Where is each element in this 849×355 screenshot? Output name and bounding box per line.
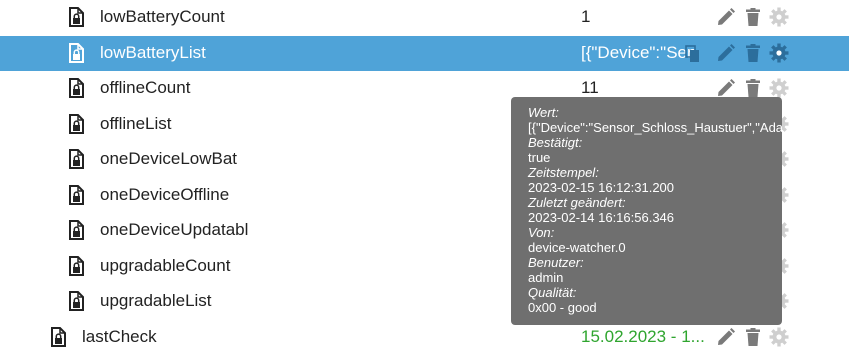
trash-icon[interactable] [743,7,763,27]
pencil-icon[interactable] [716,78,736,98]
pencil-icon[interactable] [716,43,736,63]
file-lock-icon [68,291,84,311]
state-name: lowBatteryList [100,42,206,62]
file-lock-icon [68,7,84,27]
trash-icon[interactable] [743,327,763,347]
state-name: offlineList [100,113,172,133]
file-lock-icon [68,78,84,98]
state-name: oneDeviceUpdatabl [100,220,249,239]
state-value: 15.02.2023 - 1... [581,326,705,346]
tree-row[interactable]: lowBatteryList [{"Device":"Sen [0,35,849,71]
state-name: offlineCount [100,78,191,97]
tooltip-field-value: device-watcher.0 [528,240,626,255]
tooltip-field-value: admin [528,270,564,285]
state-info-tooltip: Wert: [{"Device":"Sensor_Schloss_Haustuer… [511,97,782,325]
gear-icon[interactable] [769,7,789,27]
state-name: lowBatteryCount [100,7,225,26]
gear-icon[interactable] [769,43,789,63]
gear-icon[interactable] [769,78,789,98]
trash-icon[interactable] [743,78,763,98]
tooltip-field-label: Von: [528,225,555,240]
tooltip-field-label: Qualität: [528,285,577,300]
tooltip-field-value: 2023-02-14 16:16:56.346 [528,210,675,225]
tooltip-field-label: Benutzer: [528,255,584,270]
tooltip-field-value: 2023-02-15 16:12:31.200 [528,180,675,195]
file-lock-icon [68,184,84,205]
file-lock-icon [68,42,84,63]
tooltip-field-label: Zeitstempel: [528,165,599,180]
pencil-icon[interactable] [716,327,736,347]
file-lock-icon [68,220,84,240]
state-name: upgradableList [100,291,212,310]
state-value: 11 [581,78,599,97]
trash-icon[interactable] [743,43,763,63]
file-lock-icon [68,255,84,276]
tooltip-field-label: Wert: [528,105,559,120]
tooltip-field-value: [{"Device":"Sensor_Schloss_Haustuer","Ad… [528,120,782,135]
state-name: oneDeviceOffline [100,184,230,204]
file-lock-icon [68,149,84,169]
copy-icon[interactable] [685,44,701,63]
pencil-icon[interactable] [716,7,736,27]
state-value: 1 [581,7,591,26]
tooltip-field-value: 0x00 - good [528,300,597,315]
tooltip-field-value: true [528,150,551,165]
state-name: oneDeviceLowBat [100,149,238,168]
tooltip-field-label: Bestätigt: [528,135,583,150]
tree-row[interactable]: lowBatteryCount 1 [0,0,849,35]
state-name: lastCheck [82,326,157,346]
file-lock-icon [68,113,84,134]
state-name: upgradableCount [100,255,231,275]
tooltip-field-label: Zuletzt geändert: [528,195,626,210]
gear-icon[interactable] [769,327,789,347]
tooltip-fields: Wert: [{"Device":"Sensor_Schloss_Haustuer… [528,105,782,315]
file-lock-icon [50,326,66,347]
